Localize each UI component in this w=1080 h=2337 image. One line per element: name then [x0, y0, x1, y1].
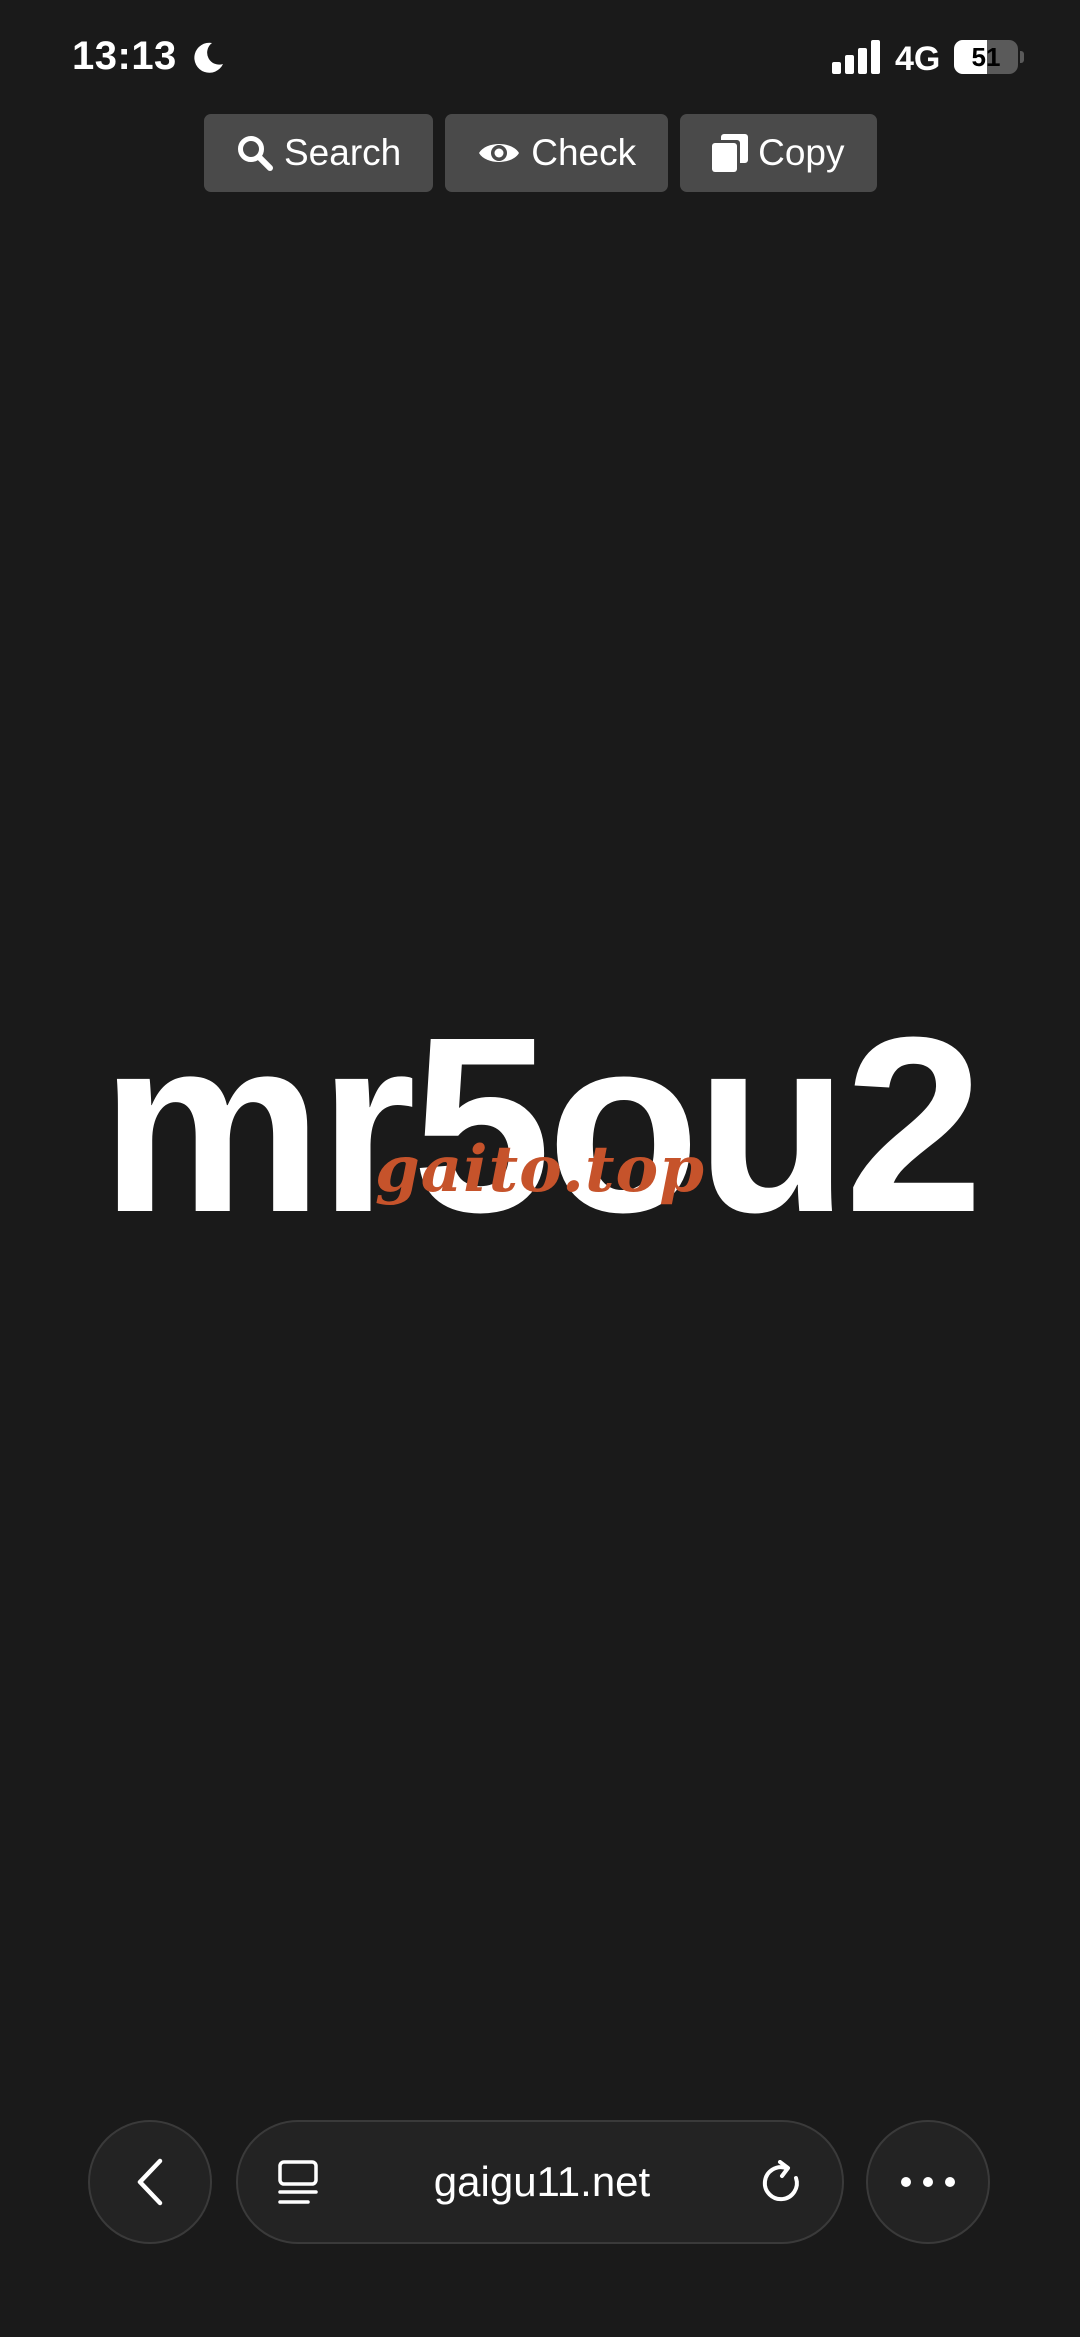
battery-icon: 51: [954, 40, 1024, 74]
back-button[interactable]: [88, 2120, 212, 2244]
check-button-label: Check: [531, 132, 637, 173]
url-text: gaigu11.net: [433, 2158, 651, 2205]
back-icon: [137, 2158, 163, 2206]
address-bar[interactable]: gaigu11.net: [236, 2120, 844, 2244]
more-icon: [901, 2177, 955, 2187]
browser-bar: gaigu11.net: [0, 2120, 1080, 2250]
copy-button-label: Copy: [758, 132, 845, 173]
toolbar: Search Check Copy: [204, 114, 877, 192]
copy-button[interactable]: Copy: [680, 114, 877, 192]
code-display: mr5ou2 gaito.top: [0, 980, 1080, 1280]
search-button-label: Search: [284, 132, 402, 173]
more-button[interactable]: [866, 2120, 990, 2244]
eye-icon: [479, 144, 520, 162]
signal-icon: [832, 40, 880, 74]
check-button[interactable]: Check: [445, 114, 669, 192]
copy-icon: [712, 134, 749, 172]
network-type: 4G: [895, 40, 941, 78]
verification-code: mr5ou2: [100, 985, 983, 1264]
battery-nub: [1020, 51, 1024, 63]
search-icon: [238, 136, 273, 171]
status-bar: 13:13 4G 51: [0, 0, 1080, 120]
reload-icon[interactable]: [760, 2160, 806, 2208]
search-button[interactable]: Search: [204, 114, 434, 192]
battery-level: 51: [971, 42, 1001, 72]
battery-body: 51: [954, 40, 1018, 74]
moon-icon: [194, 42, 223, 73]
status-time: 13:13: [72, 34, 177, 78]
watermark: gaito.top: [375, 1132, 705, 1207]
